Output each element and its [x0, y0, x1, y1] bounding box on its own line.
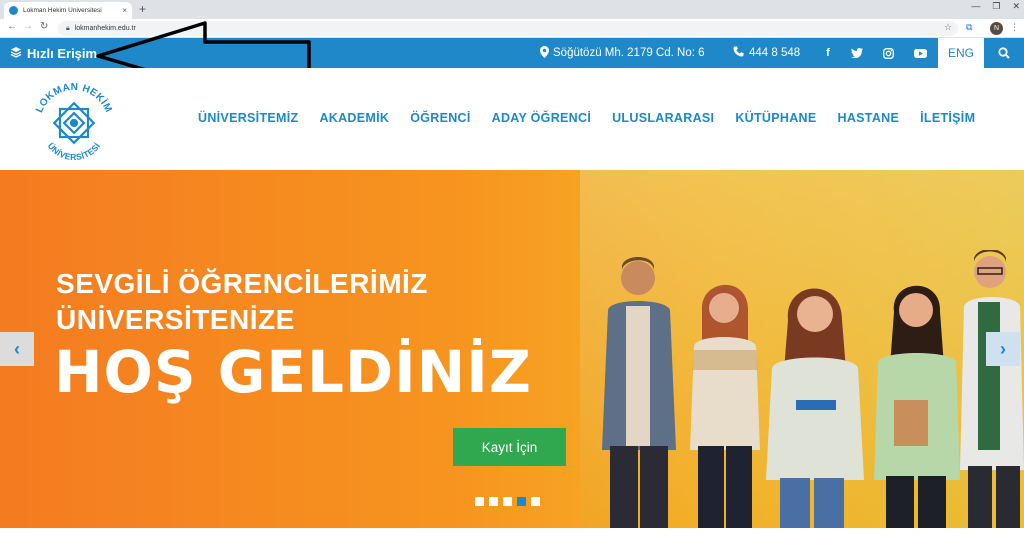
- browser-tab[interactable]: Lokman Hekim Üniversitesi ×: [4, 2, 132, 19]
- hero-subtitle-line1: SEVGİLİ ÖĞRENCİLERİMİZ: [56, 268, 428, 299]
- page-bottom: [0, 528, 1024, 541]
- back-icon[interactable]: ←: [7, 21, 17, 32]
- chevron-left-icon[interactable]: ‹: [0, 332, 34, 366]
- phone-link[interactable]: 444 8 548: [733, 38, 800, 68]
- restore-icon[interactable]: ❐: [992, 1, 1000, 12]
- language-switch[interactable]: ENG: [938, 38, 984, 68]
- address-link[interactable]: Söğütözü Mh. 2179 Cd. No: 6: [540, 38, 705, 68]
- menu-icon[interactable]: ⋮: [1010, 22, 1019, 33]
- lock-icon: 🔒︎: [66, 24, 70, 32]
- nav-item-ogrenci[interactable]: ÖĞRENCİ: [410, 111, 470, 129]
- facebook-icon[interactable]: f: [818, 38, 838, 68]
- reload-icon[interactable]: ↻: [40, 21, 48, 32]
- slider-dot-active[interactable]: [517, 497, 526, 506]
- quick-access-label: Hızlı Erişim: [27, 45, 98, 61]
- slider-dot[interactable]: [489, 497, 498, 506]
- slider-dot[interactable]: [503, 497, 512, 506]
- search-icon[interactable]: [984, 38, 1024, 68]
- translate-icon[interactable]: ⧉: [966, 22, 972, 33]
- phone-text: 444 8 548: [749, 47, 801, 59]
- favicon-icon: [9, 6, 18, 15]
- nav-item-kutuphane[interactable]: KÜTÜPHANE: [735, 111, 816, 129]
- new-tab-button[interactable]: +: [139, 2, 146, 17]
- forward-icon[interactable]: →: [23, 21, 33, 32]
- minimize-icon[interactable]: —: [971, 1, 980, 12]
- students-photo: [602, 250, 1024, 528]
- chevron-right-icon[interactable]: ›: [986, 332, 1020, 366]
- phone-icon: [733, 46, 744, 60]
- nav-item-akademik[interactable]: AKADEMİK: [319, 111, 389, 129]
- youtube-icon[interactable]: [910, 38, 930, 68]
- university-logo[interactable]: LOKMAN HEKİM ÜNİVERSİTESİ: [28, 78, 120, 173]
- slider-dot[interactable]: [531, 497, 540, 506]
- nav-item-uluslararasi[interactable]: ULUSLARARASI: [612, 111, 714, 129]
- browser-tabbar: Lokman Hekim Üniversitesi × + — ❐ ✕: [0, 0, 1024, 19]
- hero-headline: HOŞ GELDİNİZ: [54, 338, 532, 406]
- main-nav: ÜNİVERSİTEMİZ AKADEMİK ÖĞRENCİ ADAY ÖĞRE…: [198, 111, 975, 129]
- map-marker-icon: [540, 45, 549, 61]
- nav-item-iletisim[interactable]: İLETİŞİM: [920, 111, 975, 129]
- hero-subtitle-line2: ÜNİVERSİTENİZE: [56, 304, 295, 335]
- tab-close-icon[interactable]: ×: [122, 6, 127, 15]
- layers-icon: [10, 46, 22, 61]
- tab-title: Lokman Hekim Üniversitesi: [23, 7, 102, 14]
- bookmark-star-icon[interactable]: ☆: [944, 22, 952, 33]
- slider-dot[interactable]: [475, 497, 484, 506]
- nav-item-aday-ogrenci[interactable]: ADAY ÖĞRENCİ: [492, 111, 591, 129]
- quick-access-button[interactable]: Hızlı Erişim: [10, 38, 97, 68]
- hero-slider: SEVGİLİ ÖĞRENCİLERİMİZ ÜNİVERSİTENİZE HO…: [0, 170, 1024, 528]
- instagram-icon[interactable]: [878, 38, 898, 68]
- close-window-icon[interactable]: ✕: [1012, 1, 1020, 12]
- address-text: Söğütözü Mh. 2179 Cd. No: 6: [553, 47, 705, 59]
- twitter-icon[interactable]: [847, 38, 867, 68]
- slider-dots: [475, 497, 540, 506]
- nav-item-hastane[interactable]: HASTANE: [838, 111, 900, 129]
- profile-avatar[interactable]: N: [990, 22, 1003, 35]
- register-button[interactable]: Kayıt İçin: [453, 428, 566, 466]
- nav-item-universitemiz[interactable]: ÜNİVERSİTEMİZ: [198, 111, 298, 129]
- window-controls: — ❐ ✕: [971, 1, 1020, 12]
